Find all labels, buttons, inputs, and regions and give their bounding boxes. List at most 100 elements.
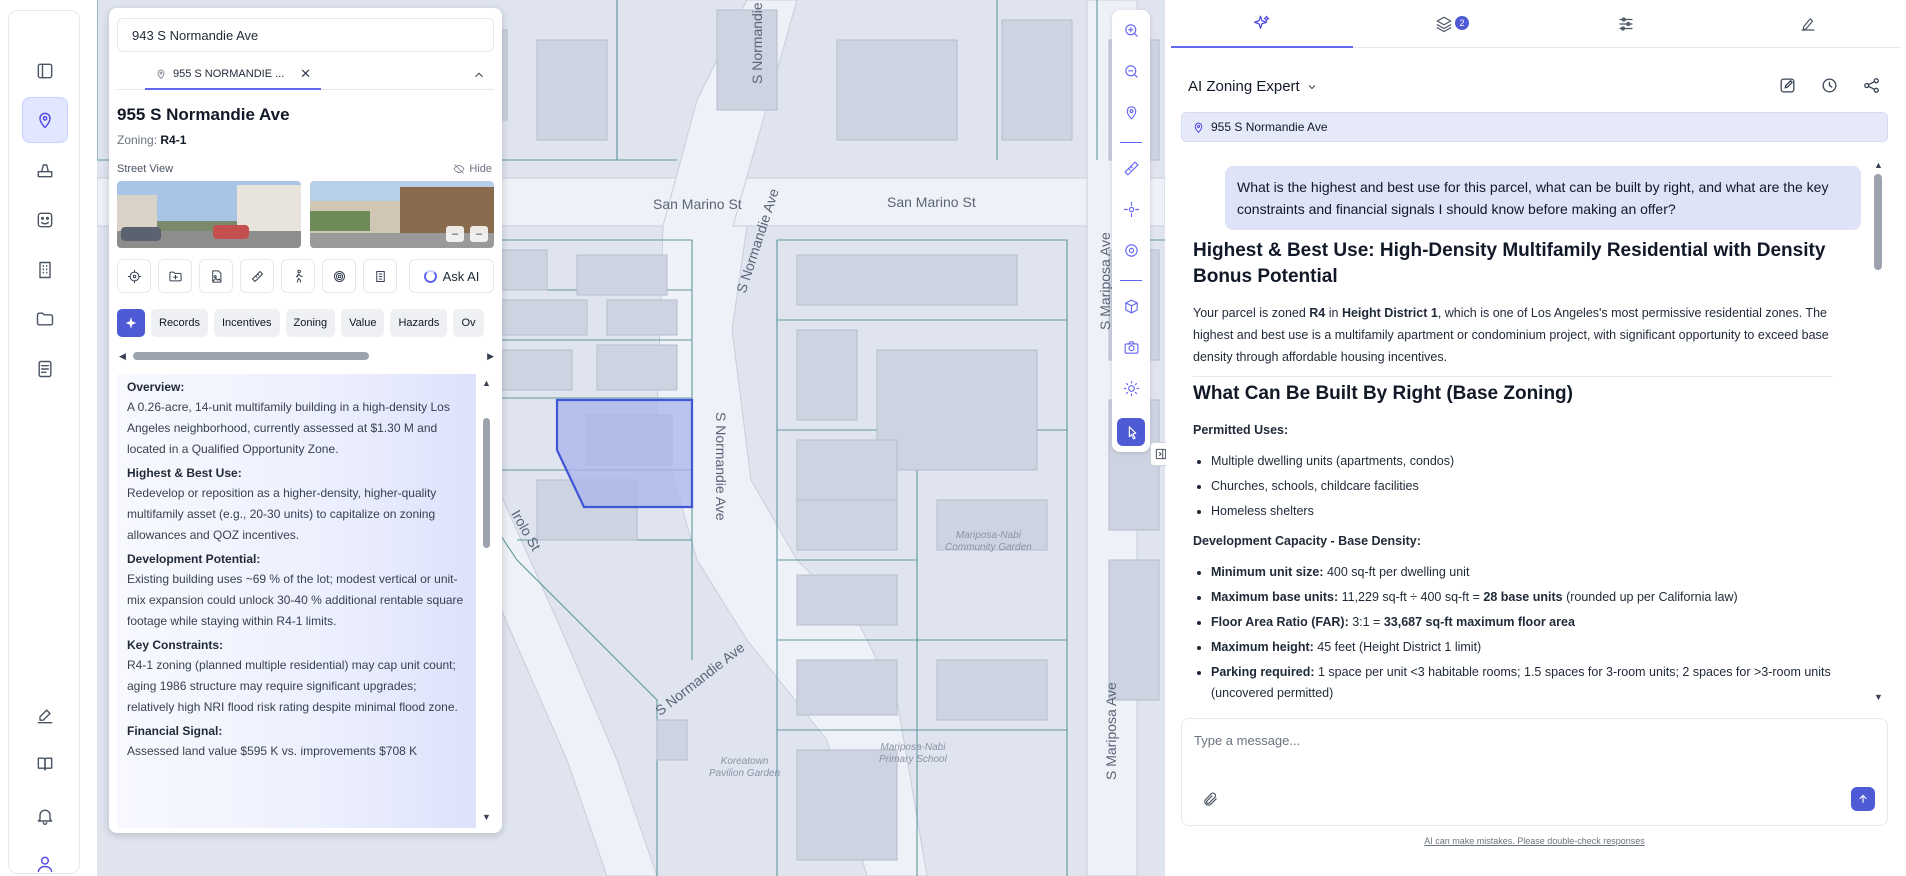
item-key: Floor Area Ratio (FAR): — [1211, 615, 1349, 629]
target-icon[interactable] — [117, 259, 151, 293]
tab-records[interactable]: Records — [151, 309, 208, 337]
summary-scrollbar[interactable]: ▲ ▼ — [478, 374, 494, 828]
walking-person-icon[interactable] — [281, 259, 315, 293]
fingerprint-icon[interactable] — [322, 259, 356, 293]
scroll-left-arrow[interactable]: ◀ — [119, 351, 126, 362]
edit-nav-icon[interactable] — [22, 693, 68, 739]
tray-nav-icon[interactable] — [22, 147, 68, 193]
user-profile-icon[interactable] — [22, 841, 68, 876]
zoom-in-icon[interactable] — [1117, 16, 1145, 44]
scroll-right-arrow[interactable]: ▶ — [487, 351, 494, 362]
street-view-photo[interactable]: – – — [310, 181, 494, 248]
response-heading: Highest & Best Use: High-Density Multifa… — [1193, 238, 1833, 290]
property-tab-row: 955 S NORMANDIE ... ✕ — [117, 60, 494, 90]
zoom-out-icon[interactable] — [1117, 57, 1145, 85]
scroll-thumb[interactable] — [1874, 174, 1882, 270]
sun-icon[interactable] — [1117, 374, 1145, 402]
reports-nav-icon[interactable] — [22, 346, 68, 392]
tab-incentives[interactable]: Incentives — [213, 309, 280, 337]
scroll-down-arrow[interactable]: ▼ — [1874, 692, 1883, 702]
message-input[interactable]: Type a message... — [1181, 718, 1888, 826]
building-icon[interactable] — [363, 259, 397, 293]
selected-parcel — [555, 398, 694, 509]
scroll-thumb[interactable] — [483, 418, 490, 548]
bell-nav-icon[interactable] — [22, 793, 68, 839]
scroll-up-arrow[interactable]: ▲ — [482, 378, 491, 388]
category-tabs: Records Incentives Zoning Value Hazards … — [117, 309, 494, 337]
property-title: 955 S Normandie Ave — [117, 105, 290, 124]
summary-text: A 0.26-acre, 14-unit multifamily buildin… — [127, 400, 450, 456]
scroll-thumb[interactable] — [133, 352, 369, 360]
tab-layers[interactable]: 2 — [1353, 0, 1535, 48]
summary-heading: Key Constraints: — [127, 638, 224, 652]
list-item: Homeless shelters — [1211, 501, 1833, 522]
list-item: Maximum base units: 11,229 sq-ft ÷ 400 s… — [1211, 587, 1833, 608]
3d-cube-icon[interactable] — [1117, 292, 1145, 320]
message-placeholder: Type a message... — [1194, 733, 1301, 748]
street-view-label: Street View — [117, 163, 174, 175]
scroll-down-arrow[interactable]: ▼ — [482, 812, 491, 822]
tab-overview[interactable]: Ov — [453, 309, 484, 337]
permitted-uses-list: Multiple dwelling units (apartments, con… — [1193, 451, 1833, 522]
folder-add-icon[interactable] — [158, 259, 192, 293]
tab-zoning[interactable]: Zoning — [285, 309, 336, 337]
map-pin-nav-icon[interactable] — [22, 97, 68, 143]
folder-nav-icon[interactable] — [22, 296, 68, 342]
tab-ai-chat[interactable] — [1171, 0, 1353, 48]
street-view-photo[interactable] — [117, 181, 301, 248]
camera-icon[interactable] — [1117, 333, 1145, 361]
tab-hazards[interactable]: Hazards — [390, 309, 448, 337]
map-toolbar — [1112, 10, 1150, 452]
agent-selector[interactable]: AI Zoning Expert — [1188, 78, 1318, 95]
locate-pin-icon[interactable] — [1117, 98, 1145, 126]
intro-text: Your parcel is zoned — [1193, 306, 1310, 320]
summary-heading: Overview: — [127, 380, 185, 394]
attach-paperclip-icon[interactable] — [1202, 791, 1219, 813]
tape-measure-icon[interactable] — [240, 259, 274, 293]
share-icon[interactable] — [1862, 76, 1884, 98]
new-chat-icon[interactable] — [1778, 76, 1800, 98]
map-pin-icon — [157, 69, 165, 80]
chevron-up-icon[interactable] — [472, 68, 486, 82]
sparkle-tab-icon[interactable] — [117, 309, 145, 337]
street-label: San Marino St — [653, 196, 742, 212]
tab-value[interactable]: Value — [341, 309, 385, 337]
tab-filters[interactable] — [1535, 0, 1717, 48]
item-key: Maximum base units: — [1211, 590, 1339, 604]
buildings-nav-icon[interactable] — [22, 247, 68, 293]
property-tools — [117, 259, 397, 293]
hide-street-view-button[interactable]: Hide — [453, 163, 492, 175]
zoom-out-photo-button[interactable]: – — [446, 226, 464, 242]
section-heading: What Can Be Built By Right (Base Zoning) — [1193, 383, 1573, 404]
select-cursor-icon[interactable] — [1117, 418, 1145, 446]
loading-spinner-icon — [423, 269, 437, 283]
ruler-icon[interactable] — [1117, 154, 1145, 182]
chat-tabs: 2 — [1171, 0, 1901, 48]
zoom-in-photo-button[interactable]: – — [470, 226, 488, 242]
search-value: 943 S Normandie Ave — [132, 27, 259, 43]
intro-text: in — [1325, 306, 1342, 320]
address-search-input[interactable]: 943 S Normandie Ave — [117, 18, 494, 52]
history-icon[interactable] — [1820, 76, 1842, 98]
chat-scrollbar[interactable]: ▲ ▼ — [1871, 160, 1885, 702]
compass-icon[interactable] — [1117, 195, 1145, 223]
scroll-up-arrow[interactable]: ▲ — [1874, 160, 1883, 170]
summary-text: Existing building uses ~69 % of the lot;… — [127, 572, 464, 628]
property-tab[interactable]: 955 S NORMANDIE ... ✕ — [145, 60, 321, 90]
horizontal-scrollbar[interactable]: ◀ ▶ — [117, 349, 494, 363]
radius-icon[interactable] — [1117, 236, 1145, 264]
book-nav-icon[interactable] — [22, 741, 68, 787]
sidebar-toggle-icon[interactable] — [22, 48, 68, 94]
ask-ai-label: Ask AI — [442, 268, 480, 284]
tab-draw[interactable] — [1717, 0, 1899, 48]
list-item: Churches, schools, childcare facilities — [1211, 476, 1833, 497]
close-tab-icon[interactable]: ✕ — [300, 66, 311, 82]
image-file-icon[interactable] — [199, 259, 233, 293]
ask-ai-button[interactable]: Ask AI — [409, 259, 494, 293]
hide-label: Hide — [469, 163, 492, 175]
summary-heading: Highest & Best Use: — [127, 466, 242, 480]
send-button[interactable] — [1851, 787, 1875, 811]
eye-off-icon — [453, 164, 465, 174]
contacts-nav-icon[interactable] — [22, 197, 68, 243]
place-label: Koreatown Pavilion Garden — [709, 756, 781, 779]
